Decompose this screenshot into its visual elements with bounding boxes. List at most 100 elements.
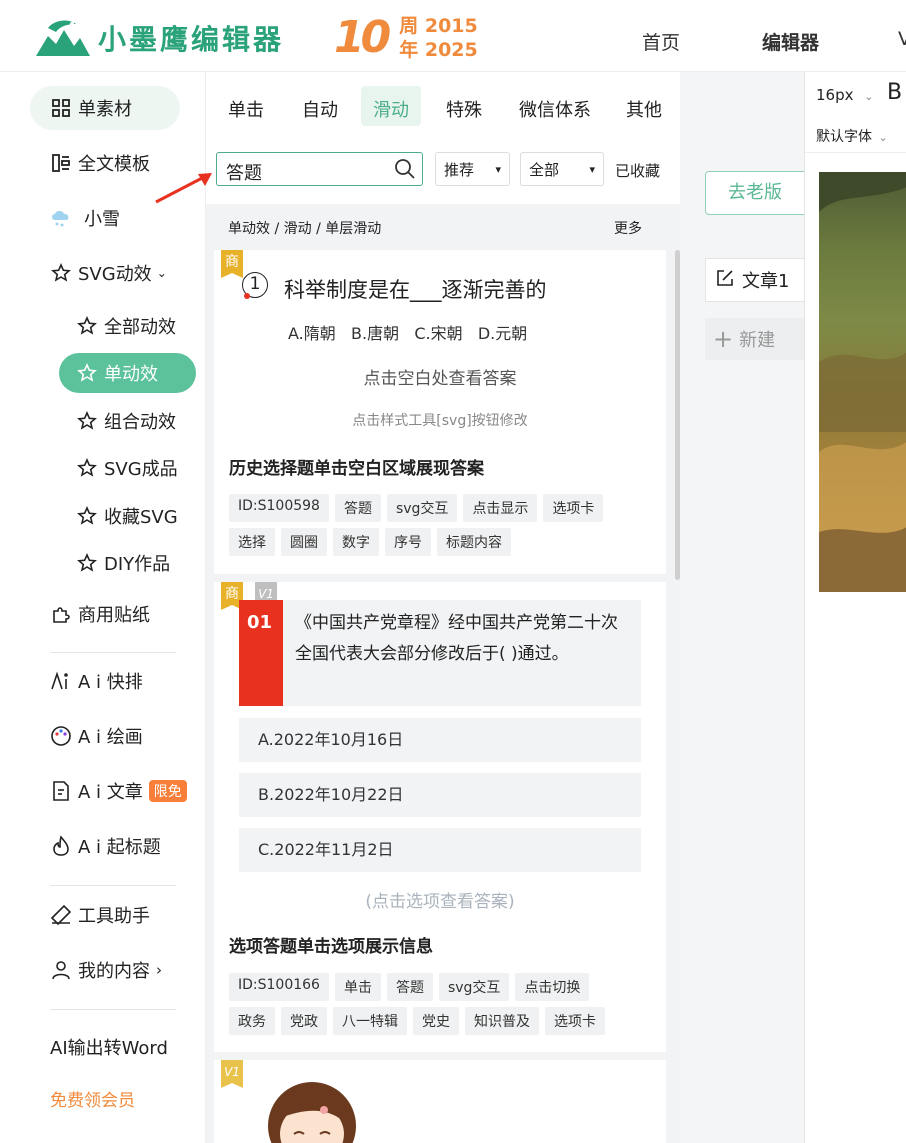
old-version-button[interactable]: 去老版 — [705, 171, 815, 215]
tag[interactable]: 选项卡 — [545, 1007, 605, 1035]
material-card[interactable]: 商 1 科举制度是在___逐渐完善的 A.隋朝 B.唐朝 C.宋朝 D.元朝 点… — [214, 250, 666, 574]
tag[interactable]: 党史 — [413, 1007, 459, 1035]
option-b[interactable]: B.2022年10月22日 — [239, 773, 641, 817]
tag[interactable]: 选择 — [229, 528, 275, 556]
tag[interactable]: svg交互 — [438, 973, 510, 1001]
tag[interactable]: ID:S100166 — [229, 973, 329, 1001]
sidebar-item-saved-svg[interactable]: 收藏SVG — [76, 501, 178, 531]
card-title[interactable]: 选项答题单击选项展示信息 — [229, 932, 433, 957]
search-input[interactable]: 答题 — [216, 152, 423, 186]
tag[interactable]: 点击显示 — [463, 494, 538, 522]
question-number: 01 — [239, 600, 283, 706]
tab-special[interactable]: 特殊 — [446, 96, 482, 122]
tag[interactable]: 标题内容 — [437, 528, 511, 556]
tag[interactable]: 党政 — [281, 1007, 327, 1035]
sidebar-item-free-vip[interactable]: 免费领会员 — [50, 1083, 135, 1113]
option-c[interactable]: C.2022年11月2日 — [239, 828, 641, 872]
tab-auto[interactable]: 自动 — [302, 96, 338, 122]
material-card[interactable]: 商 V1 01 《中国共产党章程》经中国共产党第二十次全国代表大会部分修改后于(… — [214, 582, 666, 1052]
nav-editor[interactable]: 编辑器 — [762, 28, 819, 55]
tag[interactable]: 单击 — [334, 973, 381, 1001]
sidebar-item-ai-layout[interactable]: A i 快排 — [50, 666, 143, 696]
document-item[interactable]: 文章1 — [705, 258, 815, 302]
sidebar-item-diy[interactable]: DIY作品 — [76, 548, 170, 578]
sidebar-item-ai-title[interactable]: A i 起标题 — [50, 831, 161, 861]
tag[interactable]: 知识普及 — [465, 1007, 539, 1035]
tab-wechat[interactable]: 微信体系 — [519, 96, 591, 122]
free-badge: 限免 — [148, 780, 187, 802]
font-family-value: 默认字体 — [816, 129, 872, 145]
sidebar-item-all-effects[interactable]: 全部动效 — [76, 311, 176, 341]
font-family-select[interactable]: 默认字体 ⌄ — [816, 126, 888, 146]
sidebar-item-single-material[interactable]: 单素材 — [50, 93, 132, 123]
material-card[interactable]: V1 — [214, 1060, 666, 1143]
version-corner-badge: V1 — [221, 1060, 243, 1088]
new-document-button[interactable]: + 新建 — [705, 318, 815, 360]
sidebar-item-snow[interactable]: 小雪 — [50, 203, 120, 233]
chevron-down-icon: ⌄ — [864, 90, 874, 103]
sidebar-item-label: A i 起标题 — [78, 837, 161, 858]
option-a[interactable]: A.2022年10月16日 — [239, 718, 641, 762]
tab-click[interactable]: 单击 — [228, 96, 264, 122]
editor-panel: 16px ⌄ B 默认字体 ⌄ — [804, 72, 906, 1143]
sidebar-item-single-effect[interactable]: 单动效 — [76, 358, 158, 388]
nav-home[interactable]: 首页 — [642, 28, 680, 55]
sidebar-item-combo-effects[interactable]: 组合动效 — [76, 406, 176, 436]
tag[interactable]: 点击切换 — [515, 973, 590, 1001]
search-icon[interactable] — [394, 158, 416, 180]
tag[interactable]: 数字 — [333, 528, 379, 556]
sidebar-item-label: SVG成品 — [104, 459, 178, 480]
flame-icon — [50, 835, 72, 857]
sidebar-item-tools[interactable]: 工具助手 — [50, 900, 150, 930]
sidebar-item-ai-to-word[interactable]: AI输出转Word — [50, 1032, 168, 1062]
ai-icon — [50, 670, 72, 692]
tag[interactable]: 答题 — [334, 494, 381, 522]
landscape-photo[interactable] — [819, 172, 906, 592]
template-icon — [50, 152, 72, 174]
answer-hint: (点击选项查看答案) — [365, 892, 515, 912]
sidebar-item-stickers[interactable]: 商用贴纸 — [50, 599, 150, 629]
sidebar-item-my-content[interactable]: 我的内容 › — [50, 955, 162, 985]
tab-slide[interactable]: 滑动 — [373, 96, 409, 122]
tag[interactable]: 选项卡 — [543, 494, 604, 522]
plus-icon: + — [713, 325, 734, 353]
tag[interactable]: svg交互 — [386, 494, 458, 522]
tag[interactable]: 八一特辑 — [333, 1007, 407, 1035]
bold-button[interactable]: B — [887, 80, 902, 105]
question-options: A.隋朝 B.唐朝 C.宋朝 D.元朝 — [288, 324, 528, 343]
top-header: 小墨鹰编辑器 10 周 2015 年 2025 首页 编辑器 V — [0, 0, 906, 72]
filter-select[interactable]: 全部 ▾ — [520, 152, 604, 186]
annotation-arrow-icon — [155, 173, 212, 204]
chevron-right-icon: › — [156, 961, 162, 979]
tag-row: ID:S100166 单击 答题 svg交互 点击切换 — [229, 973, 590, 1001]
logo[interactable]: 小墨鹰编辑器 — [34, 18, 284, 58]
sidebar-item-ai-article[interactable]: A i 文章 限免 — [50, 776, 187, 806]
font-size-select[interactable]: 16px ⌄ — [816, 86, 874, 104]
tag[interactable]: 政务 — [229, 1007, 275, 1035]
eagle-logo-icon — [36, 20, 90, 56]
favorites-link[interactable]: 已收藏 — [615, 160, 660, 181]
tag-row: 政务 党政 八一特辑 党史 知识普及 选项卡 — [229, 1007, 605, 1035]
right-column: 去老版 文章1 + 新建 16px ⌄ B 默认字体 ⌄ — [680, 72, 906, 1143]
more-link[interactable]: 更多 — [614, 218, 642, 238]
chevron-down-icon: ⌄ — [156, 266, 167, 280]
sidebar-item-svg-products[interactable]: SVG成品 — [76, 453, 178, 483]
tag[interactable]: ID:S100598 — [229, 494, 329, 522]
chevron-down-icon: ⌄ — [878, 131, 888, 144]
sidebar-item-ai-paint[interactable]: A i 绘画 — [50, 721, 143, 751]
tag[interactable]: 序号 — [385, 528, 431, 556]
divider — [805, 152, 906, 153]
sort-value: 推荐 — [444, 160, 475, 179]
answer-hint: 点击空白处查看答案 — [363, 369, 517, 389]
star-icon — [76, 410, 98, 432]
sidebar-item-label: 全部动效 — [104, 317, 176, 338]
sidebar-item-svg-effects[interactable]: SVG动效 ⌄ — [50, 258, 167, 288]
sidebar-item-full-template[interactable]: 全文模板 — [50, 148, 150, 178]
anniversary-line-1: 周 2015 — [399, 14, 478, 37]
sort-select[interactable]: 推荐 ▾ — [435, 152, 510, 186]
nav-vip[interactable]: V — [898, 28, 906, 50]
tag[interactable]: 圆圈 — [281, 528, 327, 556]
card-title[interactable]: 历史选择题单击空白区域展现答案 — [229, 454, 484, 479]
tab-other[interactable]: 其他 — [626, 96, 662, 122]
tag[interactable]: 答题 — [386, 973, 433, 1001]
